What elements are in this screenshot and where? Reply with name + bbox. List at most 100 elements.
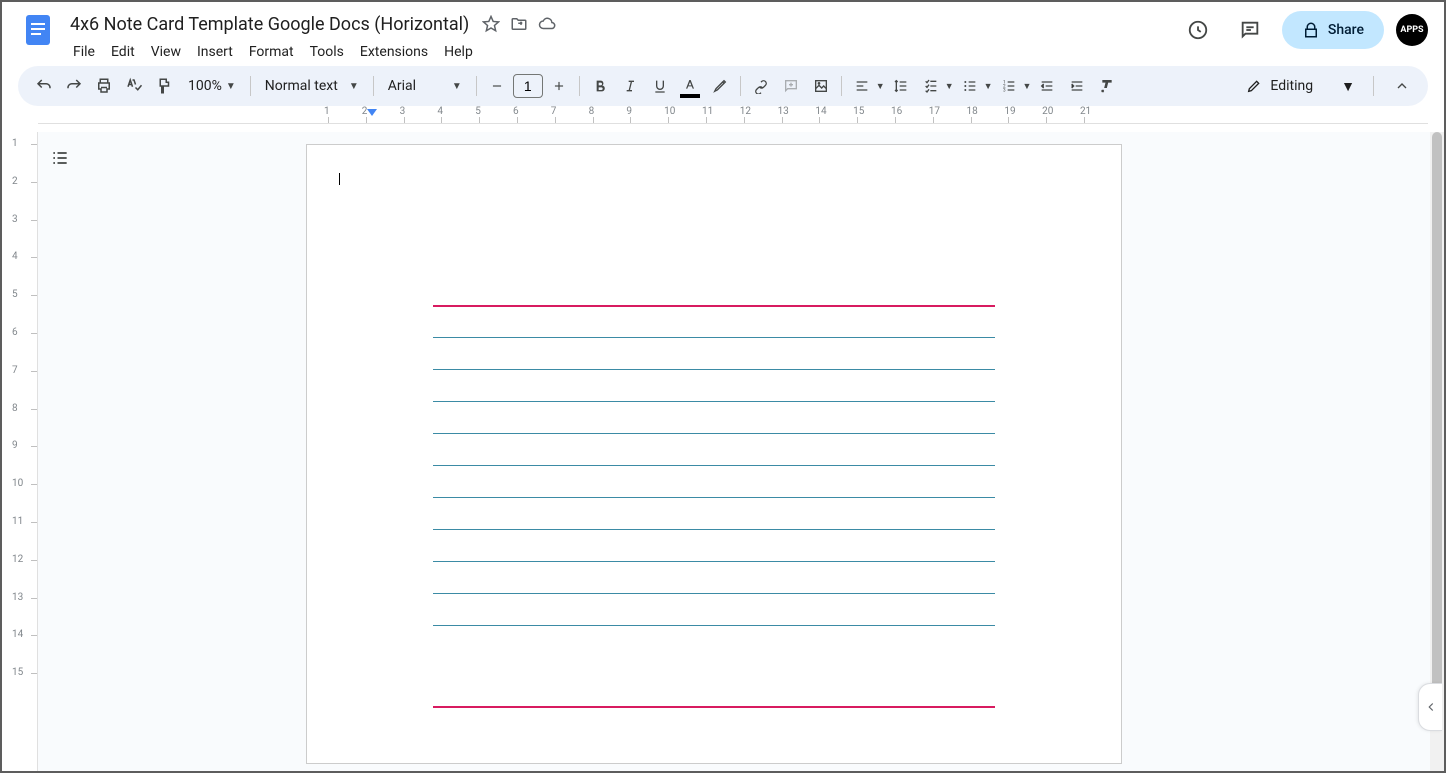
account-avatar[interactable]: APPS [1396, 14, 1428, 46]
notecard-rule-line [433, 465, 995, 466]
scrollbar-thumb[interactable] [1432, 132, 1442, 712]
insert-image-button[interactable] [807, 72, 835, 100]
bulleted-dropdown-icon[interactable]: ▼ [984, 81, 993, 92]
outline-toggle-button[interactable] [46, 144, 74, 172]
star-icon[interactable] [481, 14, 501, 34]
comments-icon[interactable] [1230, 10, 1270, 50]
title-area: 4x6 Note Card Template Google Docs (Hori… [66, 10, 557, 64]
ruler-h-tick: 18 [971, 106, 1009, 123]
increase-font-button[interactable] [545, 72, 573, 100]
lock-icon [1302, 21, 1320, 39]
decrease-indent-button[interactable] [1033, 72, 1061, 100]
ruler-v-tick: 7 [2, 371, 37, 409]
increase-indent-button[interactable] [1063, 72, 1091, 100]
bold-button[interactable] [586, 72, 614, 100]
vertical-ruler[interactable]: 123456789101112131415 [2, 132, 38, 771]
header-right: Share APPS [1178, 10, 1428, 50]
menu-tools[interactable]: Tools [303, 40, 351, 64]
menu-help[interactable]: Help [437, 40, 480, 64]
share-label: Share [1328, 22, 1364, 38]
clear-formatting-button[interactable] [1093, 72, 1121, 100]
checklist-dropdown-icon[interactable]: ▼ [945, 81, 954, 92]
svg-text:3: 3 [1003, 87, 1006, 93]
spellcheck-button[interactable] [120, 72, 148, 100]
ruler-h-tick: 10 [668, 106, 706, 123]
ruler-v-tick: 15 [2, 673, 37, 711]
undo-button[interactable] [30, 72, 58, 100]
insert-link-button[interactable] [747, 72, 775, 100]
toolbar: 100%▼ Normal text▼ Arial▼ ▼ ▼ ▼ 123 ▼ [18, 66, 1428, 106]
numbered-list-button[interactable]: 123 [995, 72, 1023, 100]
line-spacing-button[interactable] [887, 72, 915, 100]
checklist-button[interactable] [917, 72, 945, 100]
text-color-button[interactable] [676, 72, 704, 100]
ruler-h-tick: 9 [630, 106, 668, 123]
text-color-indicator [680, 94, 700, 98]
text-cursor [339, 173, 340, 185]
separator [841, 76, 842, 96]
document-page[interactable] [306, 144, 1122, 764]
redo-button[interactable] [60, 72, 88, 100]
document-title[interactable]: 4x6 Note Card Template Google Docs (Hori… [66, 12, 473, 37]
menu-extensions[interactable]: Extensions [353, 40, 435, 64]
content-area: 123456789101112131415 [2, 132, 1444, 771]
numbered-dropdown-icon[interactable]: ▼ [1023, 81, 1032, 92]
history-icon[interactable] [1178, 10, 1218, 50]
toolbar-container: 100%▼ Normal text▼ Arial▼ ▼ ▼ ▼ 123 ▼ [2, 66, 1444, 106]
menu-bar: File Edit View Insert Format Tools Exten… [66, 40, 557, 64]
horizontal-ruler[interactable]: 123456789101112131415161718192021 [38, 106, 1428, 124]
ruler-h-tick: 13 [782, 106, 820, 123]
zoom-select[interactable]: 100%▼ [180, 72, 244, 100]
italic-button[interactable] [616, 72, 644, 100]
docs-icon [20, 12, 56, 48]
paragraph-style-select[interactable]: Normal text▼ [257, 72, 367, 100]
ruler-h-tick: 20 [1046, 106, 1084, 123]
notecard-rule-line [433, 561, 995, 562]
align-dropdown-icon[interactable]: ▼ [876, 81, 885, 92]
separator [1373, 76, 1374, 96]
menu-view[interactable]: View [144, 40, 188, 64]
separator [476, 76, 477, 96]
separator [740, 76, 741, 96]
ruler-h-tick: 2 [366, 106, 404, 123]
underline-button[interactable] [646, 72, 674, 100]
notecard-top-line [433, 305, 995, 307]
font-select[interactable]: Arial▼ [380, 72, 470, 100]
ruler-h-tick: 16 [895, 106, 933, 123]
editing-mode-button[interactable]: Editing ▼ [1234, 72, 1367, 100]
decrease-font-button[interactable] [483, 72, 511, 100]
scrollbar-track[interactable] [1430, 132, 1444, 771]
side-panel-toggle[interactable] [1418, 683, 1442, 731]
ruler-h-tick: 4 [441, 106, 479, 123]
ruler-h-tick: 21 [1084, 106, 1122, 123]
menu-format[interactable]: Format [242, 40, 301, 64]
notecard-rule-line [433, 337, 995, 338]
align-button[interactable] [848, 72, 876, 100]
separator [373, 76, 374, 96]
ruler-h-tick: 8 [593, 106, 631, 123]
font-size-input[interactable] [513, 74, 543, 98]
pencil-icon [1246, 78, 1262, 94]
bulleted-list-button[interactable] [956, 72, 984, 100]
highlight-button[interactable] [706, 72, 734, 100]
ruler-h-tick: 14 [819, 106, 857, 123]
share-button[interactable]: Share [1282, 11, 1384, 49]
ruler-h-tick: 11 [706, 106, 744, 123]
paint-format-button[interactable] [150, 72, 178, 100]
cloud-status-icon[interactable] [537, 14, 557, 34]
separator [250, 76, 251, 96]
ruler-v-tick: 5 [2, 295, 37, 333]
ruler-h-tick: 15 [857, 106, 895, 123]
ruler-h-tick: 17 [933, 106, 971, 123]
docs-logo[interactable] [18, 10, 58, 50]
move-icon[interactable] [509, 14, 529, 34]
menu-file[interactable]: File [66, 40, 102, 64]
add-comment-button[interactable] [777, 72, 805, 100]
collapse-toolbar-button[interactable] [1388, 72, 1416, 100]
menu-edit[interactable]: Edit [104, 40, 142, 64]
document-canvas[interactable] [38, 132, 1444, 771]
print-button[interactable] [90, 72, 118, 100]
ruler-v-tick: 2 [2, 182, 37, 220]
notecard-rule-line [433, 401, 995, 402]
menu-insert[interactable]: Insert [190, 40, 240, 64]
